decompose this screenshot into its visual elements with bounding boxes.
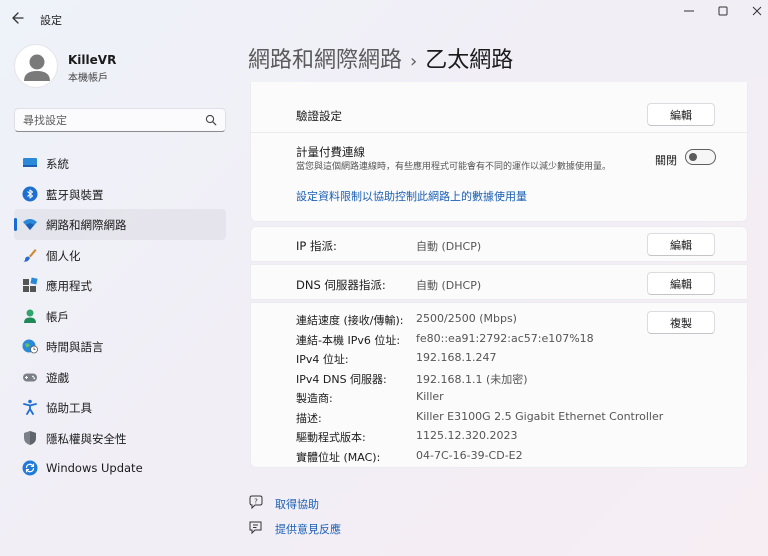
feedback-label[interactable]: 提供意見反應	[275, 521, 341, 537]
property-label: 連結速度 (接收/傳輸):	[296, 314, 404, 327]
data-limit-link[interactable]: 設定資料限制以協助控制此網路上的數據使用量	[296, 188, 527, 204]
feedback-icon	[249, 521, 262, 535]
brush-icon	[23, 248, 37, 262]
breadcrumb-parent[interactable]: 網路和網際網路	[248, 48, 402, 73]
ethernet-settings-card: 驗證設定 編輯 計量付費連線 當您與這個網路連線時，有些應用程式可能會有不同的運…	[250, 82, 749, 222]
property-value: 192.168.1.247	[416, 351, 497, 364]
maximize-icon	[718, 6, 728, 16]
auth-edit-button[interactable]: 編輯	[647, 103, 715, 126]
maximize-button[interactable]	[706, 0, 740, 22]
property-label: 描述:	[296, 411, 322, 425]
help-icon: ?	[249, 495, 263, 510]
sidebar-item-label: 帳戶	[46, 309, 69, 324]
avatar	[14, 44, 58, 88]
property-label: IPv4 位址:	[296, 353, 349, 366]
minimize-icon	[684, 10, 694, 12]
window-title: 設定	[40, 14, 62, 27]
account-icon	[24, 309, 36, 323]
breadcrumb: 網路和網際網路 › 乙太網路	[248, 42, 513, 74]
settings-search[interactable]	[14, 108, 226, 132]
sidebar-item-personalization[interactable]: 個人化	[14, 240, 226, 271]
property-value: 2500/2500 (Mbps)	[416, 312, 517, 325]
copy-button[interactable]: 複製	[647, 311, 715, 334]
sidebar-item-bluetooth[interactable]: 藍牙與裝置	[14, 179, 226, 210]
sidebar-item-accessibility[interactable]: 協助工具	[14, 392, 226, 423]
sidebar-item-apps[interactable]: 應用程式	[14, 270, 226, 301]
shield-icon	[24, 430, 36, 445]
property-value: 04-7C-16-39-CD-E2	[416, 448, 523, 462]
close-button[interactable]	[740, 0, 768, 22]
gamepad-icon	[23, 373, 37, 381]
dns-assignment-value: 自動 (DHCP)	[416, 279, 482, 292]
sidebar-item-windows-update[interactable]: Windows Update	[14, 453, 226, 484]
sidebar-item-label: 系統	[46, 157, 69, 171]
property-value: Killer	[416, 390, 444, 403]
property-value: Killer E3100G 2.5 Gigabit Ethernet Contr…	[416, 409, 664, 423]
back-button[interactable]	[8, 8, 30, 28]
property-label: 驅動程式版本:	[296, 431, 366, 444]
windows-update-icon	[22, 460, 38, 476]
user-avatar-icon	[24, 54, 50, 81]
sidebar-item-label: 時間與語言	[46, 340, 104, 354]
auth-settings-label: 驗證設定	[296, 109, 342, 123]
property-value: fe80::ea91:2792:ac57:e107%18	[416, 331, 594, 345]
ip-assignment-value: 自動 (DHCP)	[416, 240, 482, 253]
sidebar-item-accounts[interactable]: 帳戶	[14, 301, 226, 332]
dns-assignment-label: DNS 伺服器指派:	[296, 278, 386, 292]
close-icon	[752, 6, 762, 16]
adapter-properties-card: 複製 連結速度 (接收/傳輸): 2500/2500 (Mbps) 連結-本機 …	[250, 302, 748, 468]
sidebar-item-label: 應用程式	[46, 279, 92, 293]
search-icon[interactable]	[205, 114, 217, 126]
dns-assignment-card: DNS 伺服器指派: 自動 (DHCP) 編輯	[250, 264, 748, 300]
property-value: 192.168.1.1 (未加密)	[416, 372, 528, 386]
sidebar-nav: 系統 藍牙與裝置 網路和網際網路 個人化 應用程式 帳戶 時間與語言 遊戲 協助…	[14, 148, 226, 484]
divider	[251, 132, 749, 133]
metered-connection-toggle[interactable]	[685, 149, 716, 165]
ip-assignment-label: IP 指派:	[296, 239, 337, 253]
sidebar-item-label: 隱私權與安全性	[46, 431, 127, 446]
ip-assignment-card: IP 指派: 自動 (DHCP) 編輯	[250, 226, 748, 262]
back-arrow-icon	[12, 12, 24, 24]
metered-toggle-state: 關閉	[655, 154, 677, 167]
globe-clock-icon	[22, 339, 38, 354]
bluetooth-icon	[22, 186, 38, 201]
sidebar-item-label: 協助工具	[46, 401, 92, 415]
dns-edit-button[interactable]: 編輯	[647, 272, 715, 295]
sidebar-item-network[interactable]: 網路和網際網路	[14, 209, 226, 240]
property-value: 1125.12.320.2023	[416, 429, 518, 442]
ip-edit-button[interactable]: 編輯	[647, 233, 715, 256]
sidebar-item-time-language[interactable]: 時間與語言	[14, 331, 226, 362]
apps-icon	[23, 277, 38, 292]
metered-connection-description: 當您與這個網路連線時，有些應用程式可能會有不同的運作以減少數據使用量。	[296, 162, 612, 172]
page-title: 乙太網路	[425, 48, 514, 73]
metered-connection-label: 計量付費連線	[296, 145, 365, 159]
property-label: IPv4 DNS 伺服器:	[296, 372, 387, 386]
sidebar-item-privacy[interactable]: 隱私權與安全性	[14, 423, 226, 454]
system-icon	[23, 158, 37, 167]
feedback-link[interactable]: 提供意見反應	[248, 518, 448, 538]
sidebar-item-label: Windows Update	[46, 461, 143, 475]
search-input[interactable]	[23, 112, 203, 128]
get-help-label[interactable]: 取得協助	[275, 496, 319, 512]
wifi-icon	[23, 219, 37, 230]
sidebar-item-label: 遊戲	[46, 370, 69, 385]
sidebar-item-system[interactable]: 系統	[14, 148, 226, 179]
sidebar-item-label: 網路和網際網路	[46, 218, 127, 232]
title-bar: 設定	[0, 0, 768, 36]
accessibility-icon	[23, 399, 37, 415]
property-label: 製造商:	[296, 392, 333, 405]
get-help-link[interactable]: ? 取得協助	[248, 493, 448, 513]
user-profile[interactable]: KilleVR 本機帳戶	[14, 44, 234, 94]
svg-text:?: ?	[254, 497, 258, 505]
property-label: 連結-本機 IPv6 位址:	[296, 333, 401, 347]
profile-account-type: 本機帳戶	[68, 73, 108, 84]
breadcrumb-separator: ›	[410, 51, 418, 72]
minimize-button[interactable]	[672, 0, 706, 22]
sidebar-item-label: 個人化	[46, 248, 81, 263]
sidebar-item-label: 藍牙與裝置	[46, 187, 104, 202]
sidebar-item-gaming[interactable]: 遊戲	[14, 362, 226, 393]
profile-name: KilleVR	[68, 53, 117, 67]
property-label: 實體位址 (MAC):	[296, 450, 381, 464]
toggle-knob	[689, 153, 697, 161]
